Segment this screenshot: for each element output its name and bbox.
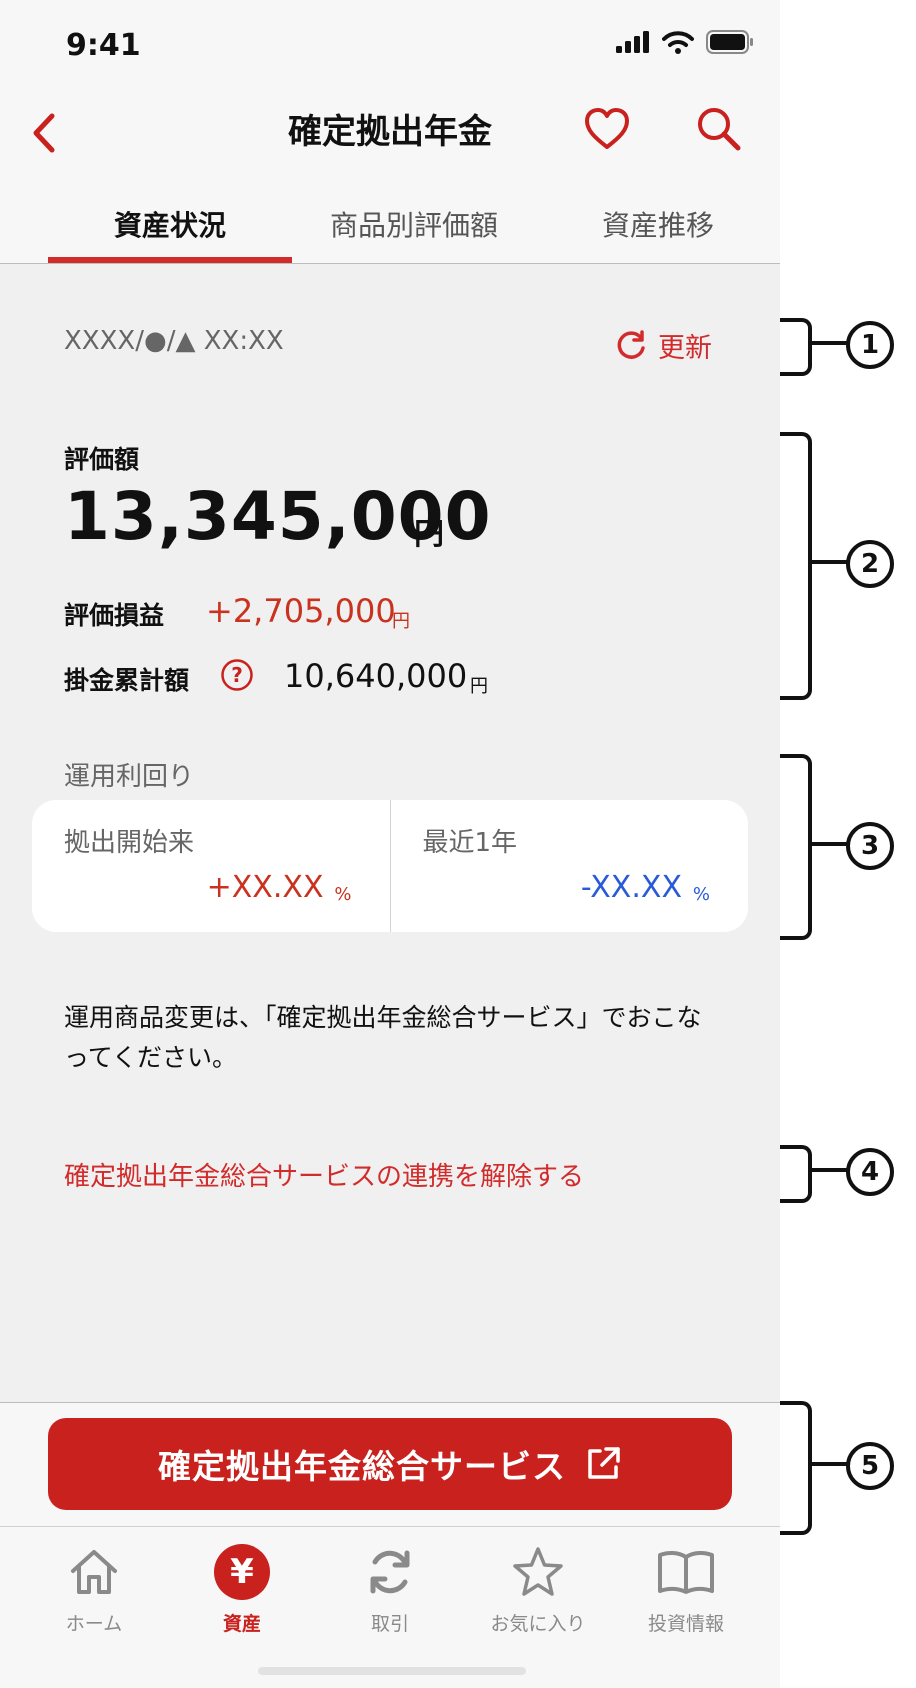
star-icon: [513, 1547, 563, 1596]
tab-product-valuation[interactable]: 商品別評価額: [292, 196, 536, 263]
annotation-line-5: [812, 1462, 848, 1466]
contribution-value: 10,640,000: [284, 657, 468, 695]
tab-asset-status[interactable]: 資産状況: [48, 196, 292, 263]
refresh-label: 更新: [658, 333, 712, 364]
yield-recent-year: 最近1年 -XX.XX %: [389, 800, 749, 932]
home-indicator: [258, 1667, 526, 1675]
annotation-3: 3: [846, 822, 894, 870]
nav-assets[interactable]: ¥ 資産: [168, 1539, 316, 1636]
yield-since-start: 拠出開始来 +XX.XX %: [32, 800, 390, 932]
signal-icon: [616, 31, 649, 53]
annotation-bracket-5: [780, 1401, 812, 1535]
refresh-button[interactable]: 更新: [614, 326, 712, 365]
profit-loss-value: +2,705,000: [206, 592, 396, 630]
annotation-1: 1: [846, 321, 894, 369]
tab-bar: 資産状況 商品別評価額 資産推移: [0, 196, 780, 263]
tab-asset-history[interactable]: 資産推移: [536, 196, 780, 263]
nav-home[interactable]: ホーム: [20, 1539, 168, 1636]
annotation-line-4: [812, 1168, 848, 1172]
yield-since-start-value: +XX.XX: [206, 870, 324, 905]
search-button[interactable]: [694, 104, 744, 154]
phone-screen: 9:41 確定拠出年金 資産状況 商品別評価額 資産推移 XXXX/●/▲ XX…: [0, 0, 780, 1688]
favorite-button[interactable]: [582, 104, 632, 154]
page-title: 確定拠出年金: [288, 112, 492, 152]
yield-recent-unit: %: [692, 884, 710, 905]
annotation-5: 5: [846, 1442, 894, 1490]
nav-favorites[interactable]: お気に入り: [464, 1539, 612, 1636]
cta-area: 確定拠出年金総合サービス: [0, 1402, 780, 1527]
home-icon: [71, 1550, 117, 1594]
annotation-line-3: [812, 842, 848, 846]
bottom-nav: ホーム ¥ 資産 取引 お気に入り 投資情報: [0, 1526, 780, 1688]
help-button[interactable]: ?: [220, 658, 254, 696]
heart-icon: [585, 108, 629, 149]
yield-recent-value: -XX.XX: [580, 870, 682, 905]
annotation-bracket-2: [780, 432, 812, 700]
contribution-unit: 円: [470, 676, 488, 697]
valuation-label: 評価額: [64, 445, 140, 474]
notice-text: 運用商品変更は、「確定拠出年金総合サービス」でおこなってください。: [64, 1003, 702, 1072]
nav-home-label: ホーム: [65, 1613, 123, 1635]
profit-loss-label: 評価損益: [64, 601, 165, 630]
valuation-unit: 円: [414, 517, 444, 552]
search-icon: [698, 108, 741, 151]
annotation-2: 2: [846, 540, 894, 588]
nav-invest-info[interactable]: 投資情報: [612, 1539, 760, 1636]
nav-assets-label: 資産: [222, 1613, 261, 1635]
annotation-4: 4: [846, 1148, 894, 1196]
nav-trade-label: 取引: [370, 1613, 409, 1635]
nav-favorites-label: お気に入り: [490, 1613, 586, 1635]
annotation-bracket-1: [780, 318, 812, 376]
svg-text:?: ?: [231, 663, 243, 687]
book-icon: [658, 1550, 714, 1594]
cta-label: 確定拠出年金総合サービス: [158, 1447, 566, 1486]
battery-icon: [706, 30, 753, 54]
annotation-line-2: [812, 560, 848, 564]
status-icons: [616, 30, 754, 54]
yield-card: 拠出開始来 +XX.XX % 最近1年 -XX.XX %: [32, 800, 748, 932]
refresh-icon: [370, 1550, 410, 1594]
unlink-service-link[interactable]: 確定拠出年金総合サービスの連携を解除する: [64, 1156, 584, 1193]
top-bar: 9:41 確定拠出年金 資産状況 商品別評価額 資産推移: [0, 0, 780, 264]
annotation-line-1: [812, 341, 848, 345]
yen-icon: ¥: [214, 1544, 270, 1600]
yield-since-start-label: 拠出開始来: [64, 828, 195, 858]
status-time: 9:41: [66, 28, 141, 63]
annotation-bracket-4: [780, 1145, 812, 1203]
contribution-label: 掛金累計額: [64, 666, 190, 695]
refresh-icon: [617, 329, 645, 359]
wifi-icon: [662, 31, 694, 54]
open-dc-service-button[interactable]: 確定拠出年金総合サービス: [48, 1418, 732, 1510]
nav-invest-info-label: 投資情報: [647, 1613, 724, 1635]
yield-since-start-unit: %: [334, 884, 352, 905]
question-circle-icon: ?: [221, 659, 253, 691]
profit-loss-unit: 円: [392, 611, 410, 632]
yield-title: 運用利回り: [64, 762, 195, 792]
nav-trade[interactable]: 取引: [316, 1539, 464, 1636]
update-timestamp: XXXX/●/▲ XX:XX: [64, 326, 284, 356]
annotation-bracket-3: [780, 754, 812, 940]
yield-recent-label: 最近1年: [422, 828, 518, 858]
external-link-icon: [588, 1447, 620, 1479]
